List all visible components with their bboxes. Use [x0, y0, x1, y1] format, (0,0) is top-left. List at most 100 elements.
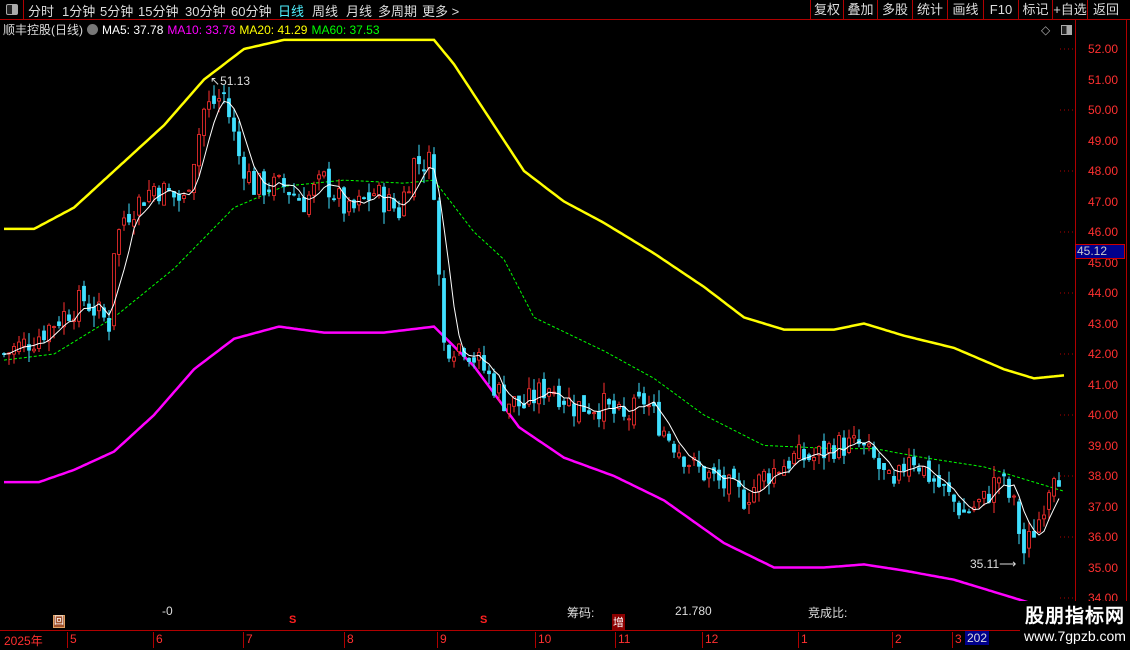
candle-body [647, 405, 651, 408]
candle-body [327, 168, 331, 198]
candle-body [302, 197, 306, 213]
candle-body [267, 189, 271, 192]
candle-body [142, 202, 146, 206]
candle-body [707, 471, 711, 479]
toolbar-button[interactable]: 返回 [1087, 0, 1124, 20]
period-tab[interactable]: 多周期 [378, 1, 417, 20]
price-tick-label: 49.00 [1088, 133, 1119, 148]
layout-toggle-button[interactable] [0, 0, 24, 20]
period-tab[interactable]: 分时 [28, 1, 54, 20]
price-axis-line [1075, 20, 1076, 630]
candle-body [242, 156, 246, 179]
high-value: 51.13 [220, 74, 251, 88]
price-tick-label: 40.00 [1088, 408, 1119, 422]
candle-body [442, 278, 446, 343]
period-tab[interactable]: 60分钟 [231, 1, 271, 20]
candle-body [592, 412, 596, 415]
candle-body [922, 466, 926, 476]
candle-body [247, 171, 251, 183]
price-tick-label: 50.00 [1088, 103, 1119, 117]
candle-body [487, 370, 491, 375]
toolbar-button[interactable]: 画线 [947, 0, 983, 20]
time-tick-label: 12 [702, 632, 718, 648]
s-marker[interactable]: S [480, 614, 487, 626]
current-price-tag: 45.12 [1075, 244, 1125, 259]
toolbar-button[interactable]: 统计 [912, 0, 947, 20]
candle-body [112, 253, 116, 327]
candle-body [417, 156, 421, 165]
time-tick-label: 1 [798, 632, 808, 648]
candle-body [1052, 478, 1056, 497]
candle-body [52, 326, 56, 328]
candle-body [482, 355, 486, 371]
replay-marker[interactable]: 回 [53, 615, 65, 628]
candle-body [342, 187, 346, 214]
candle-body [1007, 478, 1011, 498]
candle-body [1022, 529, 1026, 554]
time-tick-label: 3 [952, 632, 962, 648]
period-tab[interactable]: 更多 > [422, 1, 459, 20]
candle-body [227, 98, 231, 118]
candle-body [82, 285, 86, 302]
candle-body [967, 511, 971, 514]
ratio-label: 竞成比: [808, 606, 848, 620]
toolbar-button[interactable]: +自选 [1052, 0, 1087, 20]
s-marker[interactable]: S [289, 614, 296, 626]
toolbar-button[interactable]: 复权 [810, 0, 843, 20]
candle-body [887, 470, 891, 474]
price-tick-label: 39.00 [1088, 438, 1119, 453]
candle-body [117, 229, 121, 255]
candle-body [277, 175, 281, 177]
price-tick-label: 47.00 [1088, 194, 1119, 209]
price-tick-label: 46.00 [1088, 225, 1119, 239]
candle-body [457, 343, 461, 353]
candle-body [382, 186, 386, 213]
candle-body [607, 399, 611, 405]
price-tick-label: 38.00 [1088, 469, 1119, 483]
candle-body [897, 465, 901, 481]
period-tab[interactable]: 月线 [346, 1, 372, 20]
candle-body [837, 435, 841, 459]
increase-marker[interactable]: 增 [612, 614, 625, 630]
period-tab[interactable]: 15分钟 [138, 1, 178, 20]
arrow-icon: ⟶ [999, 557, 1017, 571]
candle-body [597, 411, 601, 420]
period-tab[interactable]: 1分钟 [62, 1, 95, 20]
time-axis-current: 202 [965, 631, 990, 645]
candle-body [917, 467, 921, 472]
toolbar-button[interactable]: F10 [983, 0, 1018, 20]
candle-body [622, 406, 626, 417]
candle-body [37, 336, 41, 349]
candle-body [872, 446, 876, 458]
candle-body [952, 494, 956, 502]
period-tab[interactable]: 5分钟 [100, 1, 133, 20]
candle-body [372, 193, 376, 196]
time-axis: 2025年 5 6 7 8 9 10 11 12 1 2 3 [0, 630, 1130, 650]
candle-body [672, 443, 676, 453]
candle-body [992, 477, 996, 503]
candle-body [1042, 514, 1046, 520]
toolbar-button[interactable]: 多股 [877, 0, 912, 20]
candle-body [1037, 519, 1041, 533]
high-annotation: ↖51.13 [210, 74, 250, 88]
candle-body [287, 192, 291, 196]
candle-body [42, 330, 46, 341]
period-tab[interactable]: 日线 [278, 1, 304, 20]
candle-body [882, 463, 886, 470]
time-tick-label: 8 [344, 632, 354, 648]
candle-body [757, 474, 761, 493]
toolbar-button[interactable]: 叠加 [843, 0, 877, 20]
candle-body [1012, 495, 1016, 498]
low-value: 35.11 [970, 557, 1000, 571]
toolbar-button[interactable]: 标记 [1018, 0, 1052, 20]
candle-body [332, 198, 336, 201]
period-tab[interactable]: 30分钟 [185, 1, 225, 20]
candle-body [812, 457, 816, 462]
candle-body [297, 198, 301, 201]
candlestick-chart[interactable] [0, 20, 1075, 630]
candle-body [1047, 492, 1051, 510]
candle-body [107, 318, 111, 332]
candle-body [827, 443, 831, 453]
candle-body [407, 191, 411, 194]
period-tab[interactable]: 周线 [312, 1, 338, 20]
